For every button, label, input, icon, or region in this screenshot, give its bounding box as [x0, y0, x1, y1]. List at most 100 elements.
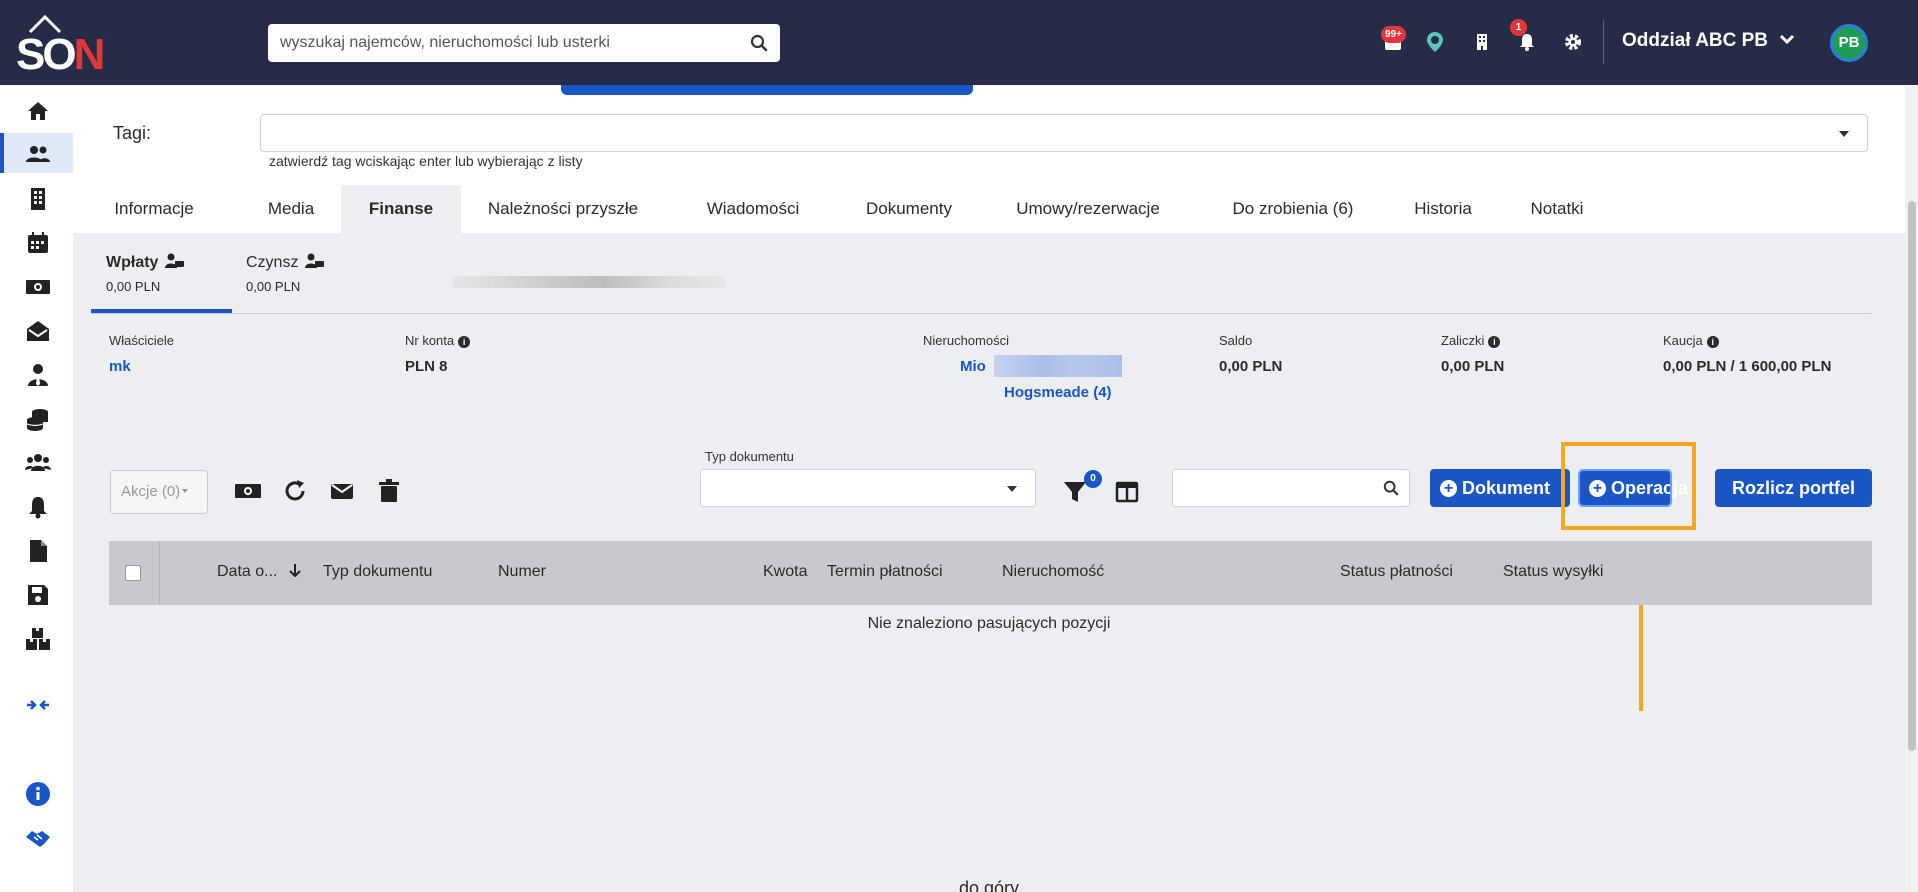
table-search[interactable] [1172, 469, 1410, 507]
sidebar-item-messages[interactable] [0, 310, 73, 350]
location-icon[interactable] [1423, 30, 1447, 54]
account-number: PLN 8 [405, 358, 448, 375]
doc-type-label: Typ dokumentu [705, 449, 794, 464]
sidebar-item-calendar[interactable] [0, 222, 73, 262]
sidebar-item-owners[interactable] [0, 354, 73, 394]
trash-icon[interactable] [375, 477, 403, 505]
branch-selector[interactable]: Oddział ABC PB [1622, 30, 1795, 52]
tab-umowy-rezerwacje[interactable]: Umowy/rezerwacje [1003, 185, 1173, 233]
doc-type-select[interactable] [700, 469, 1036, 507]
user-money-icon [164, 253, 184, 268]
sidebar-item-tenants[interactable] [0, 133, 73, 173]
sidebar-item-backup[interactable] [0, 574, 73, 614]
sidebar-item-home[interactable] [0, 90, 73, 130]
header-divider [1603, 20, 1604, 64]
back-to-top-link[interactable]: do góry [73, 878, 1905, 892]
column-header-doc-type[interactable]: Typ dokumentu [323, 563, 432, 581]
info-icon[interactable]: i [1706, 336, 1719, 348]
column-header-number[interactable]: Numer [498, 563, 546, 581]
calendar-icon [28, 232, 48, 253]
tab-notatki[interactable]: Notatki [1517, 185, 1597, 233]
tab-do-zrobienia[interactable]: Do zrobienia (6) [1213, 185, 1373, 233]
top-strip-button[interactable] [561, 85, 973, 95]
tags-label: Tagi: [113, 123, 152, 143]
column-header-payment-status[interactable]: Status płatności [1340, 563, 1453, 581]
tab-wiadomosci[interactable]: Wiadomości [691, 185, 815, 233]
sidebar-item-payments[interactable] [0, 398, 73, 438]
column-header-send-status[interactable]: Status wysyłki [1503, 563, 1603, 581]
column-header-property[interactable]: Nieruchomość [1002, 563, 1104, 581]
advances-value: 0,00 PLN [1441, 358, 1505, 375]
select-all-checkbox[interactable] [125, 565, 141, 581]
tab-media[interactable]: Media [251, 185, 331, 233]
property-redacted [994, 355, 1122, 377]
gear-icon[interactable] [1561, 30, 1585, 54]
advances-label: Zaliczki i [1441, 333, 1501, 348]
tab-informacje[interactable]: Informacje [101, 185, 207, 233]
bell-badge: 1 [1510, 19, 1527, 36]
envelope-open-icon [27, 321, 49, 341]
scrollbar-thumb[interactable] [1908, 201, 1916, 751]
sidebar-item-properties[interactable] [0, 178, 73, 218]
subtab-czynsz[interactable]: Czynsz 0,00 PLN [231, 243, 371, 313]
users-icon [26, 146, 50, 162]
money-icon [26, 280, 50, 294]
tab-historia[interactable]: Historia [1403, 185, 1483, 233]
balance-value: 0,00 PLN [1219, 358, 1283, 375]
settle-wallet-button[interactable]: Rozlicz portfel [1715, 469, 1872, 507]
sidebar-item-inventory[interactable] [0, 618, 73, 658]
owners-link[interactable]: mk [109, 358, 131, 375]
property-extra-link[interactable]: Hogsmeade (4) [1004, 384, 1112, 401]
subtab-wplaty[interactable]: Wpłaty 0,00 PLN [91, 243, 232, 313]
refresh-icon[interactable] [281, 477, 309, 505]
sidebar-item-finance[interactable] [0, 266, 73, 306]
actions-dropdown[interactable]: Akcje (0) [110, 470, 208, 514]
caret-down-icon [1839, 131, 1849, 137]
tab-dokumenty[interactable]: Dokumenty [849, 185, 969, 233]
focus-ring [1578, 469, 1672, 507]
column-header-date[interactable]: Data o... [217, 563, 302, 581]
tab-finanse[interactable]: Finanse [341, 185, 461, 233]
sidebar-item-documents[interactable] [0, 530, 73, 570]
global-search [268, 24, 780, 62]
group-icon [25, 454, 51, 471]
building-icon[interactable] [1470, 30, 1494, 54]
info-icon[interactable]: i [458, 336, 471, 348]
search-input[interactable] [280, 24, 740, 62]
column-header-due-date[interactable]: Termin płatności [827, 563, 943, 581]
home-icon [28, 102, 48, 120]
app-logo[interactable]: SON [16, 12, 105, 79]
sidebar-item-groups[interactable] [0, 442, 73, 482]
sort-down-icon [289, 564, 301, 578]
money-icon[interactable] [234, 477, 262, 505]
subtab-wplaty-value: 0,00 PLN [106, 279, 161, 294]
account-label: Nr konta i [405, 333, 471, 348]
person-tie-icon [28, 364, 48, 386]
user-money-icon [304, 253, 324, 268]
page-scrollbar[interactable] [1905, 85, 1918, 892]
sidebar-collapse-toggle[interactable] [0, 684, 73, 724]
info-icon [26, 782, 50, 806]
add-document-button[interactable]: + Dokument [1430, 469, 1570, 507]
tags-select[interactable] [260, 114, 1868, 152]
sidebar-item-info[interactable] [0, 773, 73, 813]
plus-circle-icon: + [1440, 480, 1457, 497]
top-bar: SON 99+ 1 Oddział ABC PB [0, 0, 1918, 85]
envelope-icon[interactable] [328, 477, 356, 505]
columns-icon[interactable] [1113, 478, 1141, 506]
sidebar-item-partners[interactable] [0, 817, 73, 857]
info-icon[interactable]: i [1488, 336, 1501, 348]
user-avatar[interactable]: PB [1830, 24, 1868, 62]
boxes-icon [26, 628, 50, 650]
main-content: Tagi: zatwierdź tag wciskając enter lub … [73, 85, 1905, 892]
chevron-down-icon [1780, 34, 1795, 45]
search-icon[interactable] [750, 34, 768, 52]
building-icon [31, 188, 45, 210]
sidebar-item-notifications[interactable] [0, 486, 73, 526]
deposit-value: 0,00 PLN / 1 600,00 PLN [1663, 358, 1832, 375]
sidebar [0, 85, 73, 892]
coins-icon [26, 409, 48, 431]
file-icon [30, 540, 47, 562]
column-header-amount[interactable]: Kwota [763, 563, 807, 581]
tab-naleznosci-przyszle[interactable]: Należności przyszłe [473, 185, 653, 233]
